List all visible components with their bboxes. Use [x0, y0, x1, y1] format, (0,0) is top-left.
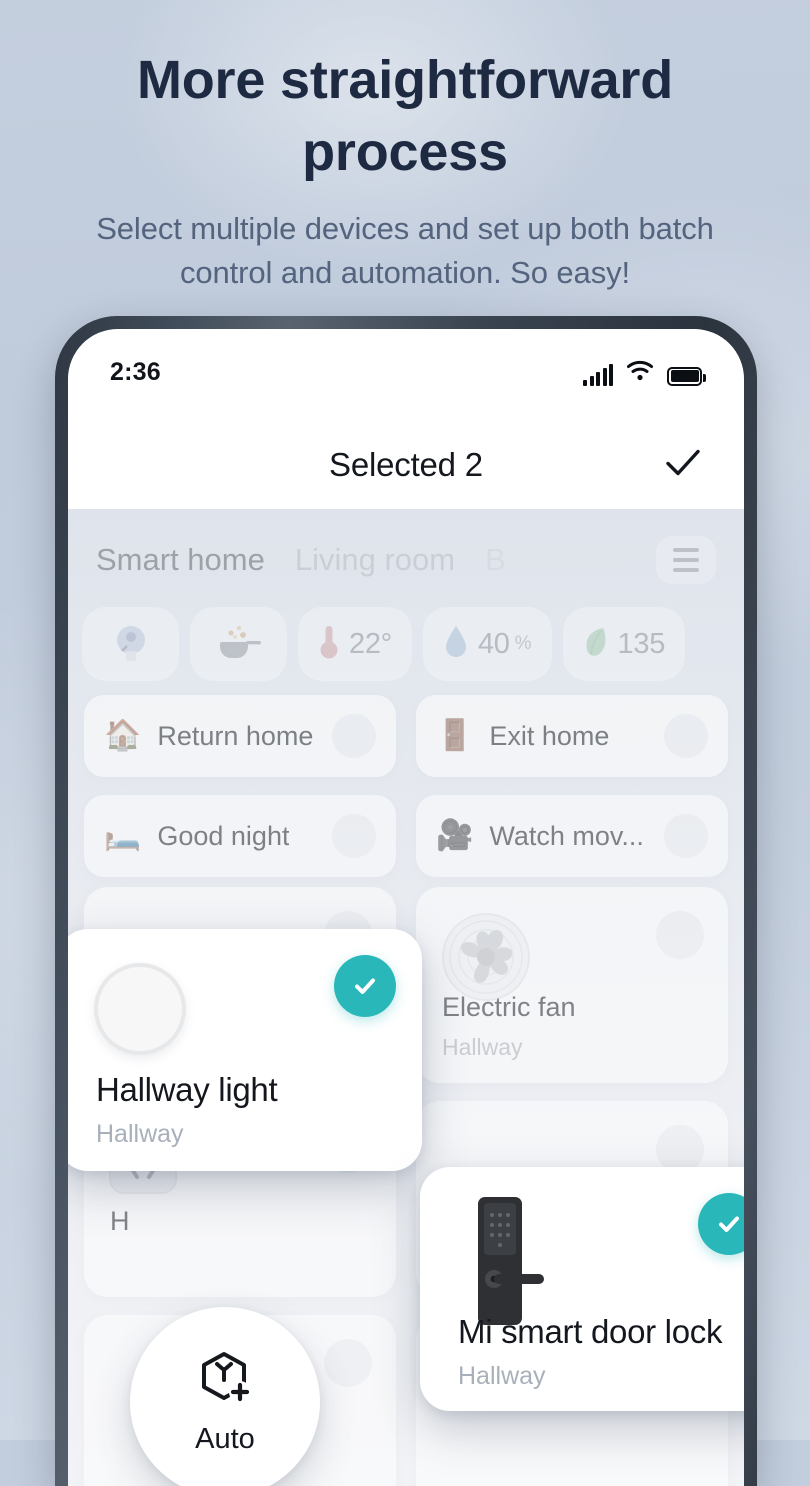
device-name: Mi smart door lock [458, 1313, 723, 1350]
hero-section: More straightforward process Select mult… [0, 0, 810, 295]
tab-living-room[interactable]: Living room [295, 542, 455, 578]
tab-smart-home[interactable]: Smart home [96, 542, 265, 578]
wifi-icon [626, 359, 654, 386]
page-subtitle: Select multiple devices and set up both … [96, 210, 714, 290]
phone-screen: Smart home Living room B 22° 40 % 135 🏠 … [68, 329, 744, 1486]
scene-row: 🏠 Return home 🚪 Exit home [68, 695, 744, 795]
selected-check-badge[interactable] [698, 1193, 744, 1255]
hamburger-menu-icon[interactable] [656, 536, 716, 584]
scene-label: Return home [157, 720, 314, 751]
app-bar-title: Selected 2 [329, 446, 483, 483]
power-socket-icon [108, 1126, 178, 1199]
chip-temperature-value: 22° [349, 627, 392, 660]
device-name: Hallway light [96, 1071, 278, 1108]
check-icon [666, 449, 700, 476]
scene-label: Watch mov... [489, 820, 644, 851]
phone-mockup: Smart home Living room B 22° 40 % 135 🏠 … [55, 316, 757, 1486]
scene-row: 🛏️ Good night 🎥 Watch mov... [68, 795, 744, 895]
device-name: Electric fan [442, 992, 576, 1022]
scene-label: Good night [157, 820, 290, 851]
scene-radio[interactable] [664, 814, 708, 858]
device-room: Hallway [442, 1034, 523, 1060]
scene-radio[interactable] [332, 714, 376, 758]
chip-robot-vacuum[interactable] [82, 607, 179, 681]
smart-door-lock-icon [464, 1195, 560, 1332]
chip-humidity-unit: % [514, 633, 532, 654]
door-icon: 🚪 [436, 719, 474, 752]
auto-fab-button[interactable]: Auto [130, 1307, 320, 1486]
device-card-electric-fan[interactable]: Electric fan Hallway [416, 887, 728, 1083]
check-icon [719, 1216, 739, 1232]
selected-check-badge[interactable] [334, 955, 396, 1017]
chip-air-quality[interactable]: 135 [562, 607, 686, 681]
confirm-selection-button[interactable] [658, 438, 708, 493]
page-title: More straightforward process [136, 50, 674, 183]
app-bar: Selected 2 [68, 427, 744, 503]
scene-label: Exit home [489, 720, 610, 751]
tab-bar: Smart home Living room B [68, 527, 744, 593]
chip-air-quality-value: 135 [617, 627, 666, 660]
add-automation-icon [194, 1348, 256, 1415]
sensor-chip-row: 22° 40 % 135 [68, 605, 744, 683]
scene-radio[interactable] [332, 814, 376, 858]
chip-temperature[interactable]: 22° [298, 607, 412, 681]
chip-humidity-value: 40 [477, 627, 510, 660]
battery-icon [667, 366, 706, 386]
device-radio[interactable] [324, 1339, 372, 1387]
menu-line [673, 568, 699, 572]
thermometer-icon [318, 623, 340, 666]
bed-icon: 🛏️ [104, 819, 142, 852]
signal-bars-icon [583, 363, 613, 386]
scene-card-return-home[interactable]: 🏠 Return home [84, 695, 396, 777]
menu-line [673, 558, 699, 562]
tab-bedroom[interactable]: B [485, 542, 506, 578]
device-card-mi-smart-door-lock[interactable]: Mi smart door lock Hallway [420, 1167, 744, 1411]
scene-card-exit-home[interactable]: 🚪 Exit home [416, 695, 728, 777]
device-card-hallway-light[interactable]: Hallway light Hallway [68, 929, 422, 1171]
scene-card-good-night[interactable]: 🛏️ Good night [84, 795, 396, 877]
scene-card-watch-movie[interactable]: 🎥 Watch mov... [416, 795, 728, 877]
humidity-drop-icon [443, 624, 469, 665]
status-bar-clock: 2:36 [110, 357, 161, 386]
robot-vacuum-icon [110, 621, 152, 668]
device-name: H [110, 1206, 130, 1236]
leaf-icon [583, 624, 609, 665]
device-radio[interactable] [656, 1125, 704, 1173]
chip-cooking-pan[interactable] [190, 607, 287, 681]
device-radio[interactable] [656, 911, 704, 959]
status-bar-icons [583, 359, 706, 386]
device-room: Hallway [458, 1362, 546, 1390]
video-camera-icon: 🎥 [436, 819, 474, 852]
light-bulb-icon [94, 963, 186, 1055]
menu-line [673, 548, 699, 552]
device-room: Hallway [96, 1120, 184, 1148]
scene-grid: 🏠 Return home 🚪 Exit home 🛏️ Good night … [68, 695, 744, 895]
status-bar: 2:36 [68, 351, 744, 393]
check-icon [355, 978, 375, 994]
scene-radio[interactable] [664, 714, 708, 758]
chip-humidity[interactable]: 40 % [422, 607, 552, 681]
cooking-pan-icon [216, 622, 262, 667]
house-icon: 🏠 [104, 719, 142, 752]
